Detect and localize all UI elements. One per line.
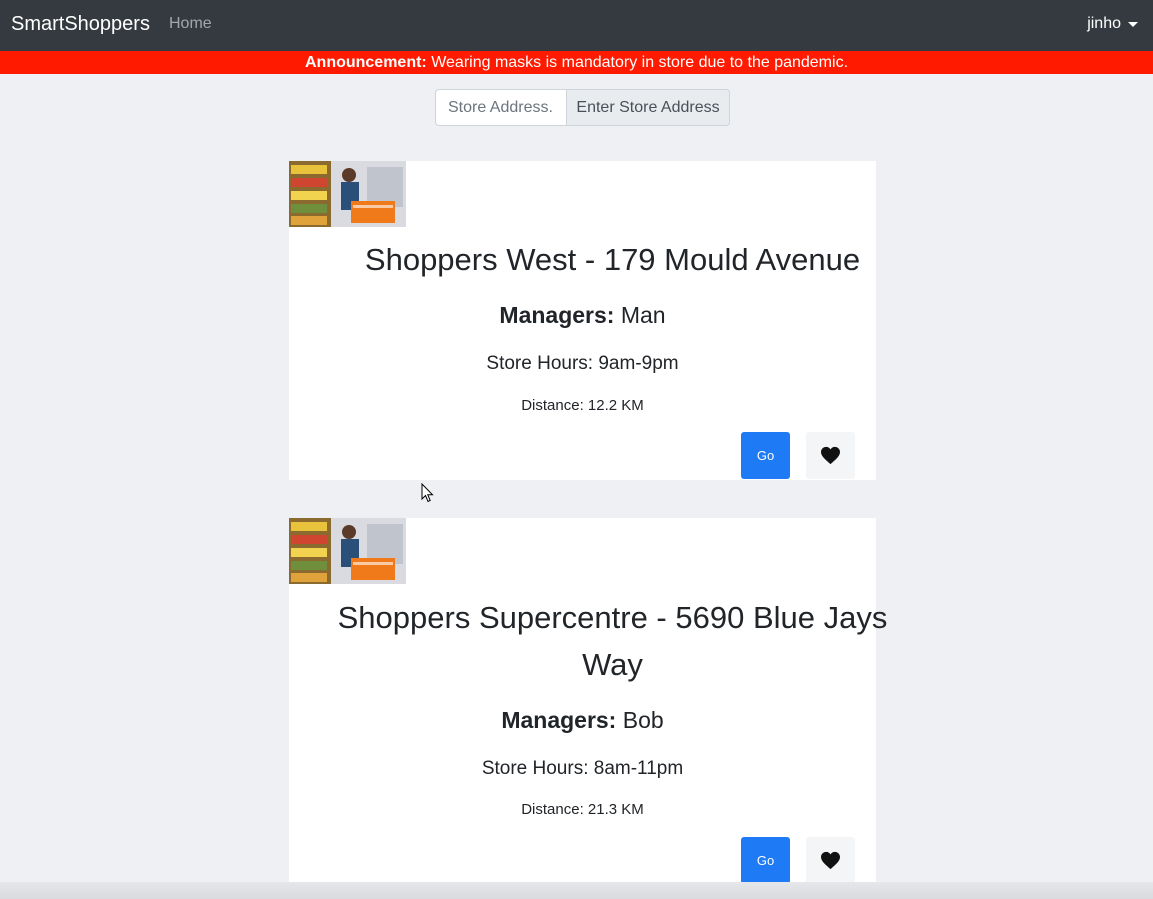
store-hours: Store Hours: 9am-9pm: [486, 353, 679, 374]
managers-label: Managers:: [501, 707, 617, 733]
page-bottom-edge: [0, 882, 1153, 899]
enter-store-address-button[interactable]: Enter Store Address: [566, 89, 730, 126]
store-managers: Managers: Bob: [289, 707, 876, 734]
store-title: Shoppers West - 179 Mould Avenue: [364, 242, 861, 277]
store-image: [289, 161, 406, 227]
favorite-button[interactable]: [806, 837, 855, 884]
go-button[interactable]: Go: [741, 837, 790, 884]
announcement-banner: Announcement: Wearing masks is mandatory…: [0, 51, 1153, 74]
store-hours: Store Hours: 8am-11pm: [481, 758, 684, 779]
announcement-text: Wearing masks is mandatory in store due …: [426, 54, 849, 71]
user-name: jinho: [1087, 15, 1121, 32]
mouse-cursor-icon: [421, 483, 434, 503]
navbar: SmartShoppers Home jinho: [0, 0, 1153, 51]
store-card: Shoppers West - 179 Mould Avenue Manager…: [289, 161, 876, 480]
managers-label: Managers:: [499, 302, 615, 328]
managers-value: Man: [614, 302, 666, 328]
user-dropdown[interactable]: jinho: [1087, 15, 1138, 33]
brand-logo[interactable]: SmartShoppers: [11, 13, 150, 36]
heart-icon: [821, 446, 840, 465]
caret-down-icon: [1128, 21, 1138, 27]
store-address-input[interactable]: [435, 89, 566, 126]
store-managers: Managers: Man: [289, 302, 876, 329]
managers-value: Bob: [616, 707, 664, 733]
go-button[interactable]: Go: [741, 432, 790, 479]
nav-home-link[interactable]: Home: [169, 15, 212, 33]
store-image: [289, 518, 406, 584]
store-title: Shoppers Supercentre - 5690 Blue Jays Wa…: [337, 600, 888, 682]
favorite-button[interactable]: [806, 432, 855, 479]
store-card: Shoppers Supercentre - 5690 Blue Jays Wa…: [289, 518, 887, 884]
announcement-label: Announcement:: [304, 54, 427, 71]
heart-icon: [821, 851, 840, 870]
store-distance: Distance: 12.2 KM: [521, 397, 644, 414]
store-distance: Distance: 21.3 KM: [521, 801, 644, 818]
store-search: Enter Store Address: [435, 89, 730, 126]
